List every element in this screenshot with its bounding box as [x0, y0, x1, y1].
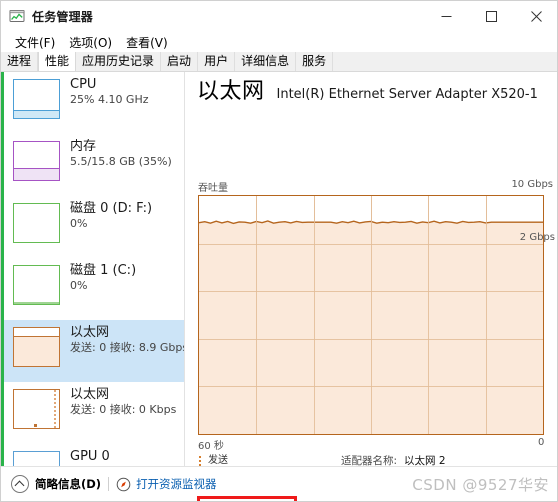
fewer-details-label[interactable]: 简略信息(D) — [35, 476, 101, 492]
sidebar-item-ethernet-2[interactable]: 以太网 发送: 0 接收: 0 Kbps — [4, 382, 185, 444]
adapter-model: Intel(R) Ethernet Server Adapter X520-1 — [276, 87, 538, 102]
minimize-button[interactable] — [424, 1, 469, 31]
sidebar-item-memory[interactable]: 内存 5.5/15.8 GB (35%) — [4, 134, 185, 196]
panel-header: 以太网 Intel(R) Ethernet Server Adapter X52… — [197, 79, 538, 105]
tab-details[interactable]: 详细信息 — [235, 52, 297, 71]
cpu-thumb-fill — [14, 111, 59, 118]
sidebar-label-gpu0: GPU 0 — [70, 449, 110, 464]
memory-thumb-line — [14, 168, 59, 169]
cpu-text: CPU 25% 4.10 GHz — [70, 77, 149, 107]
tab-users[interactable]: 用户 — [198, 52, 236, 71]
resource-sidebar: CPU 25% 4.10 GHz 内存 5.5/15.8 GB (35%) 磁盘… — [4, 72, 185, 466]
sidebar-label-disk0: 磁盘 0 (D: F:) — [70, 201, 153, 216]
sidebar-item-disk1[interactable]: 磁盘 1 (C:) 0% — [4, 258, 185, 320]
disk1-text: 磁盘 1 (C:) 0% — [70, 263, 136, 293]
resource-monitor-icon — [116, 477, 131, 492]
sidebar-label-disk1: 磁盘 1 (C:) — [70, 263, 137, 278]
sidebar-item-gpu0[interactable]: GPU 0 Intel(R) UHD Graphics 0% — [4, 444, 185, 466]
sidebar-divider — [184, 72, 185, 466]
cpu-thumbnail — [13, 79, 60, 119]
chevron-up-icon[interactable] — [11, 475, 29, 493]
chart-mid-label: 2 Gbps — [519, 232, 555, 243]
menu-options[interactable]: 选项(O) — [62, 32, 119, 53]
chart-x-left-label: 60 秒 — [198, 441, 224, 452]
sidebar-sub-memory: 5.5/15.8 GB (35%) — [70, 155, 172, 168]
ethernet1-text: 以太网 发送: 0 接收: 8.9 Gbps — [70, 325, 185, 355]
ethernet2-thumbnail — [13, 389, 60, 429]
tab-filler — [333, 52, 557, 71]
sidebar-sub-cpu: 25% 4.10 GHz — [70, 93, 149, 106]
window-title: 任务管理器 — [32, 9, 94, 24]
task-manager-icon — [9, 8, 25, 24]
sidebar-sub-ethernet-2: 发送: 0 接收: 0 Kbps — [70, 403, 177, 416]
throughput-chart — [198, 195, 544, 435]
disk0-thumbnail — [13, 203, 60, 243]
sidebar-label-memory: 内存 — [70, 139, 97, 154]
tab-performance[interactable]: 性能 — [38, 52, 77, 71]
title-bar: 任务管理器 — [1, 1, 557, 31]
disk0-text: 磁盘 0 (D: F:) 0% — [70, 201, 152, 231]
chart-caption: 吞吐量 — [198, 183, 228, 194]
gpu0-thumbnail — [13, 451, 60, 466]
memory-text: 内存 5.5/15.8 GB (35%) — [70, 139, 172, 169]
memory-thumb-fill — [14, 169, 59, 180]
body-area: CPU 25% 4.10 GHz 内存 5.5/15.8 GB (35%) 磁盘… — [1, 72, 557, 501]
chart-max-label: 10 Gbps — [511, 179, 553, 190]
disk1-thumb-line — [14, 302, 59, 304]
sidebar-sub-disk0: 0% — [70, 217, 88, 230]
maximize-button[interactable] — [469, 1, 514, 31]
cpu-thumb-line — [14, 110, 59, 111]
sidebar-label-cpu: CPU — [70, 77, 97, 92]
gpu0-text: GPU 0 Intel(R) UHD Graphics 0% — [70, 449, 185, 466]
tab-startup[interactable]: 启动 — [161, 52, 199, 71]
sidebar-label-ethernet-2: 以太网 — [70, 387, 110, 402]
ethernet1-thumbnail — [13, 327, 60, 367]
sidebar-sub-disk1: 0% — [70, 279, 88, 292]
sidebar-item-cpu[interactable]: CPU 25% 4.10 GHz — [4, 72, 185, 134]
ethernet2-thumb-dot — [34, 424, 37, 427]
tab-app-history[interactable]: 应用历史记录 — [76, 52, 162, 71]
throughput-chart-svg — [199, 196, 543, 434]
sidebar-item-ethernet-1[interactable]: 以太网 发送: 0 接收: 8.9 Gbps — [4, 320, 185, 382]
memory-thumbnail — [13, 141, 60, 181]
status-separator — [108, 477, 110, 491]
disk1-thumbnail — [13, 265, 60, 305]
ethernet1-thumb-line — [14, 336, 59, 337]
ethernet1-thumb-fill — [14, 337, 59, 366]
menu-view[interactable]: 查看(V) — [119, 32, 175, 53]
tab-processes[interactable]: 进程 — [1, 52, 39, 71]
menu-file[interactable]: 文件(F) — [8, 32, 62, 53]
sidebar-sub-ethernet-1: 发送: 0 接收: 8.9 Gbps — [70, 341, 185, 354]
status-bar: 简略信息(D) 打开资源监视器 CSDN @9527华安 — [1, 466, 557, 501]
tab-bar: 进程 性能 应用历史记录 启动 用户 详细信息 服务 — [1, 52, 557, 72]
sidebar-item-disk0[interactable]: 磁盘 0 (D: F:) 0% — [4, 196, 185, 258]
sidebar-label-ethernet-1: 以太网 — [70, 325, 110, 340]
task-manager-window: 任务管理器 文件(F) 选项(O) 查看(V) 进程 性能 应用历史记录 启动 … — [0, 0, 558, 502]
page-title: 以太网 — [197, 79, 265, 104]
chart-x-right-label: 0 — [538, 437, 545, 448]
performance-detail-panel: 以太网 Intel(R) Ethernet Server Adapter X52… — [186, 72, 557, 501]
ethernet2-text: 以太网 发送: 0 接收: 0 Kbps — [70, 387, 176, 417]
menu-bar: 文件(F) 选项(O) 查看(V) — [1, 31, 557, 53]
tab-services[interactable]: 服务 — [296, 52, 334, 71]
open-resource-monitor-link[interactable]: 打开资源监视器 — [136, 476, 217, 492]
ethernet2-thumb-spike — [54, 390, 56, 428]
watermark-text: CSDN @9527华安 — [412, 475, 549, 494]
close-button[interactable] — [514, 1, 557, 31]
